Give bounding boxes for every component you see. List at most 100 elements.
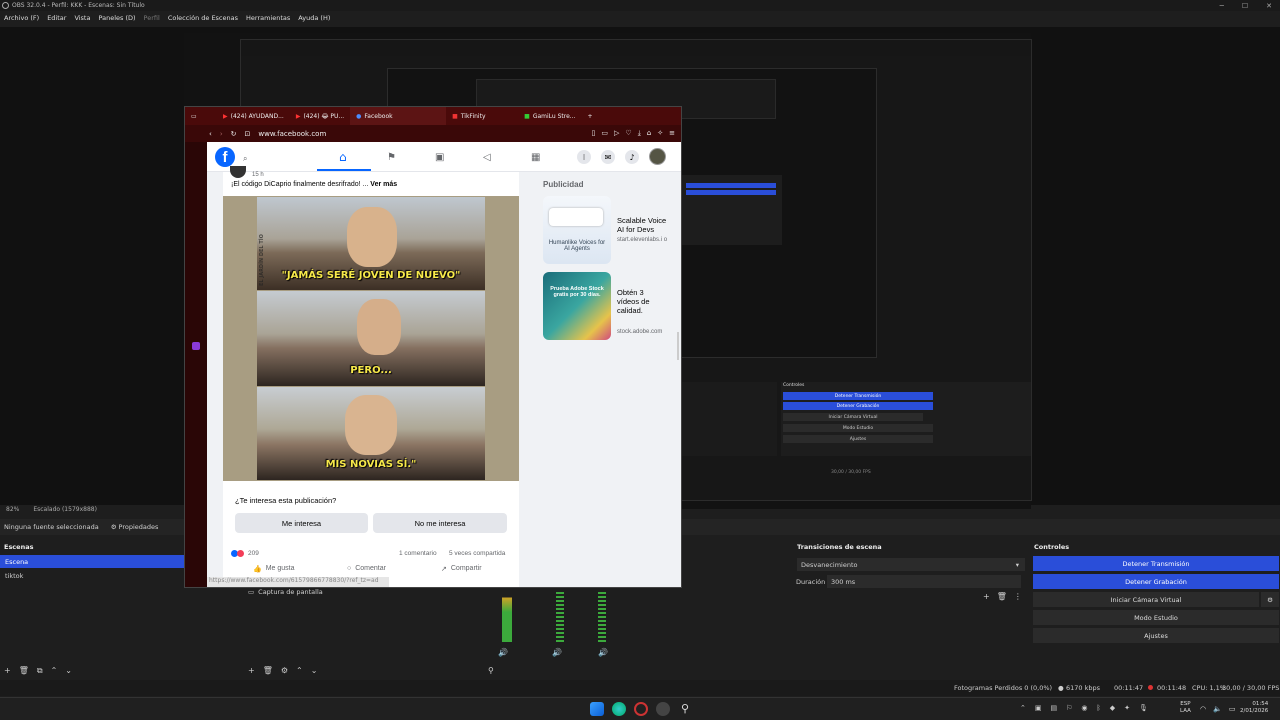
minimize-icon[interactable]: ─: [1220, 2, 1224, 10]
ads-icon[interactable]: ◁: [483, 152, 491, 163]
menu-view[interactable]: Vista: [74, 14, 90, 22]
ad-source-1[interactable]: start.elevenlabs.i o: [617, 237, 673, 243]
tab-youtube-1[interactable]: ▶ (424) AYUDAND...: [217, 107, 290, 125]
menu-docks[interactable]: Paneles (D): [98, 14, 135, 22]
post-time[interactable]: 15 h: [252, 172, 264, 178]
url-input[interactable]: www.facebook.com: [258, 130, 326, 138]
notifications-icon[interactable]: ♪: [625, 150, 639, 164]
tray-icon[interactable]: ⚐: [1066, 704, 1072, 712]
facebook-logo-icon[interactable]: f: [215, 147, 235, 167]
maximize-icon[interactable]: ☐: [1242, 2, 1248, 10]
tab-gamilu[interactable]: ■ GamiLu Stre...: [518, 107, 581, 125]
new-tab-button[interactable]: +: [582, 107, 599, 125]
speaker-icon[interactable]: 🔊: [498, 648, 508, 657]
ad-image-2[interactable]: Prueba Adobe Stock gratis por 30 días.: [543, 272, 611, 340]
tray-icon[interactable]: ✦: [1124, 704, 1130, 712]
tray-icon[interactable]: ▤: [1051, 704, 1058, 712]
ad-image-1[interactable]: Humanlike Voices for AI Agents: [543, 196, 611, 264]
tab-youtube-2[interactable]: ▶ (424) 😂 PU...: [290, 107, 350, 125]
studio-mode-button[interactable]: Modo Estudio: [1033, 610, 1279, 625]
gear-icon[interactable]: ⚙: [281, 666, 288, 675]
bluetooth-icon[interactable]: ᛒ: [1097, 704, 1101, 712]
trash-icon[interactable]: 🗑: [997, 592, 1007, 601]
scene-item-tiktok[interactable]: tiktok: [5, 572, 23, 580]
start-virtual-camera-button[interactable]: Iniciar Cámara Virtual: [1033, 592, 1259, 607]
ai-icon[interactable]: ✧: [657, 129, 663, 138]
close-icon[interactable]: ✕: [1266, 2, 1272, 10]
add-icon[interactable]: +: [983, 592, 990, 601]
like-button[interactable]: 👍 Me gusta: [253, 565, 295, 573]
stop-recording-button[interactable]: Detener Grabación: [1033, 574, 1279, 589]
stop-streaming-button[interactable]: Detener Transmisión: [1033, 556, 1279, 571]
scene-item-escena[interactable]: Escena: [0, 555, 184, 568]
events-icon[interactable]: ▦: [531, 152, 540, 163]
up-icon[interactable]: ⌃: [296, 666, 303, 675]
home-icon[interactable]: ⌂: [339, 150, 347, 164]
share-button[interactable]: ↗ Compartir: [441, 565, 482, 573]
clock[interactable]: 01:54 2/01/2026: [1240, 701, 1268, 715]
twitch-icon[interactable]: [192, 342, 200, 350]
windows-start-icon[interactable]: [590, 702, 604, 716]
interested-button[interactable]: Me interesa: [235, 513, 368, 533]
virtual-camera-settings-icon[interactable]: ⚙: [1261, 592, 1279, 607]
bag-icon[interactable]: ⌂: [647, 129, 651, 138]
menu-file[interactable]: Archivo (F): [4, 14, 39, 22]
app-icon[interactable]: ⚲: [678, 702, 692, 716]
share-count[interactable]: 5 veces compartida: [449, 550, 505, 557]
menu-tools[interactable]: Herramientas: [246, 14, 290, 22]
speaker-icon[interactable]: 🔊: [552, 648, 562, 657]
zoom-level[interactable]: 82%: [6, 506, 19, 513]
pip-icon[interactable]: ▭: [601, 129, 608, 138]
down-icon[interactable]: ⌄: [311, 666, 318, 675]
trash-icon[interactable]: 🗑: [263, 666, 273, 675]
tab-tikfinity[interactable]: ■ TikFinity: [446, 107, 518, 125]
tray-icon[interactable]: ◉: [1081, 704, 1087, 712]
heart-icon[interactable]: ♡: [625, 129, 631, 138]
language-indicator[interactable]: ESP LAA: [1180, 701, 1191, 715]
settings-button[interactable]: Ajustes: [1033, 628, 1279, 643]
menu-help[interactable]: Ayuda (H): [298, 14, 330, 22]
menu-edit[interactable]: Editar: [47, 14, 66, 22]
comment-button[interactable]: ○ Comentar: [347, 565, 386, 572]
reaction-count[interactable]: 209: [248, 550, 259, 557]
avatar[interactable]: [649, 148, 666, 165]
not-interested-button[interactable]: No me interesa: [373, 513, 507, 533]
edge-icon[interactable]: [612, 702, 626, 716]
ads-scrollbar[interactable]: [677, 332, 679, 360]
read-icon[interactable]: ▯: [592, 129, 596, 138]
menu-grid-icon[interactable]: ⁝: [577, 150, 591, 164]
filter-icon[interactable]: ⧉: [37, 666, 43, 676]
add-icon[interactable]: +: [248, 666, 255, 675]
more-icon[interactable]: ⋮: [1014, 592, 1022, 601]
menu-icon[interactable]: ≡: [669, 129, 675, 138]
menu-profile[interactable]: Perfil: [144, 14, 160, 22]
post-image[interactable]: "JAMÁS SERÉ JOVEN DE NUEVO" PERO... MIS …: [223, 196, 519, 481]
search-icon[interactable]: ⌕: [243, 154, 247, 164]
download-icon[interactable]: ⤓: [638, 129, 641, 138]
tray-icon[interactable]: ◆: [1110, 704, 1115, 712]
tray-icon[interactable]: ⌃: [1020, 704, 1026, 712]
tray-icon[interactable]: ▣: [1035, 704, 1042, 712]
properties-button[interactable]: ⚙ Propiedades: [111, 523, 159, 531]
add-icon[interactable]: +: [4, 666, 11, 676]
play-icon[interactable]: ▷: [614, 129, 619, 138]
quick-settings[interactable]: ◠ 🔈 ▭: [1200, 705, 1235, 713]
pages-icon[interactable]: ⚑: [387, 152, 396, 163]
scaling-info[interactable]: Escalado (1579x888): [33, 506, 97, 513]
speaker-icon[interactable]: 🔊: [598, 648, 608, 657]
up-icon[interactable]: ⌃: [51, 666, 58, 676]
ad-title-2[interactable]: Obtén 3 vídeos de calidad.: [617, 288, 657, 315]
site-info-icon[interactable]: ⊡: [245, 130, 251, 138]
back-icon[interactable]: ‹: [209, 130, 212, 138]
browser-window[interactable]: ▭ ▶ (424) AYUDAND... ▶ (424) 😂 PU... ● Face…: [184, 106, 682, 588]
marketplace-icon[interactable]: ▣: [435, 152, 444, 163]
source-item[interactable]: ▭ Captura de pantalla: [248, 588, 323, 596]
comment-count[interactable]: 1 comentario: [399, 550, 437, 557]
mixer-link-icon[interactable]: ⚲: [488, 666, 494, 675]
duration-input[interactable]: 300 ms: [827, 575, 1021, 588]
tab-menu[interactable]: ▭: [185, 107, 217, 125]
mic-icon[interactable]: 🎙: [1139, 704, 1148, 712]
forward-icon[interactable]: ›: [220, 130, 223, 138]
transition-select[interactable]: Desvanecimiento ▾: [797, 558, 1025, 571]
reload-icon[interactable]: ↻: [231, 130, 237, 138]
